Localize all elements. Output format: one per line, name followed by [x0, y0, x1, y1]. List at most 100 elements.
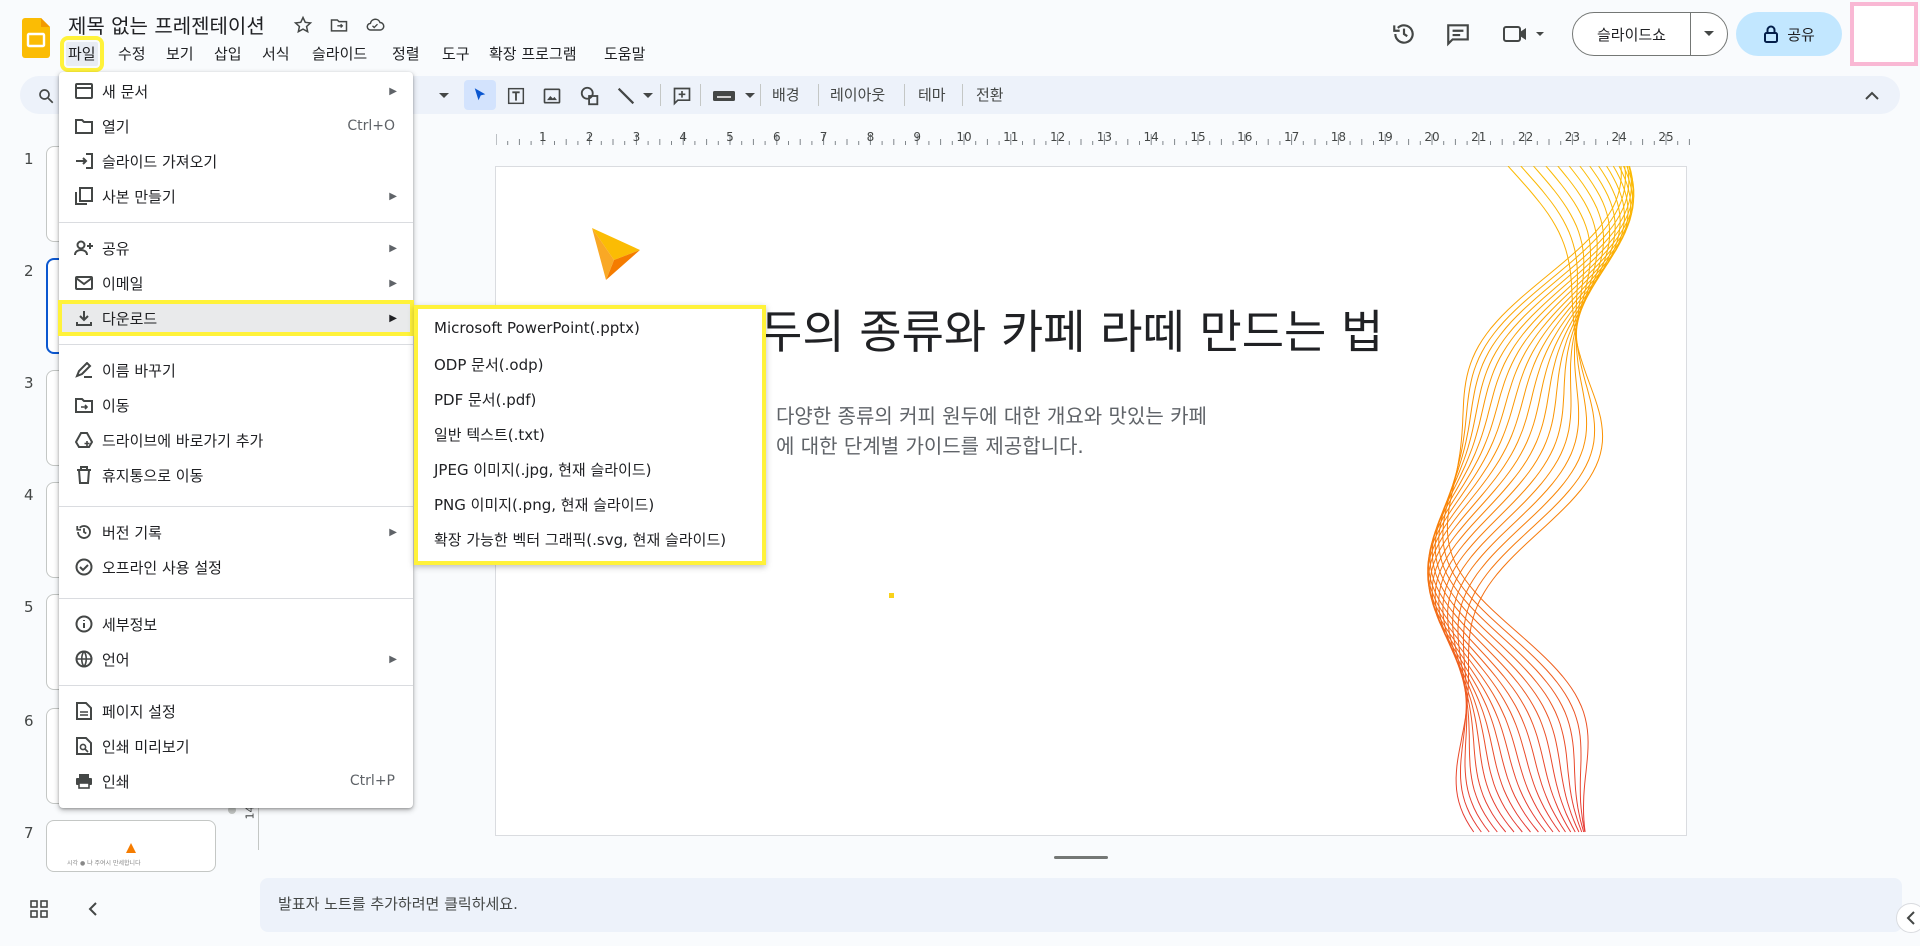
person-add-icon	[73, 237, 95, 259]
file-version-history[interactable]: 버전 기록 ▶	[59, 515, 413, 549]
slideshow-button[interactable]: 슬라이드쇼	[1573, 13, 1691, 55]
download-odp[interactable]: ODP 문서(.odp)	[434, 354, 543, 375]
slide-logo-icon[interactable]	[588, 226, 644, 282]
image-icon[interactable]	[540, 84, 564, 108]
file-language[interactable]: 언어 ▶	[59, 642, 413, 676]
download-txt[interactable]: 일반 텍스트(.txt)	[434, 424, 545, 445]
file-menu: 새 문서 ▶ 열기 Ctrl+O 슬라이드 가져오기 사본 만들기 ▶ 공유 ▶…	[58, 72, 414, 808]
file-open[interactable]: 열기 Ctrl+O	[59, 109, 413, 143]
file-offline-label: 오프라인 사용 설정	[102, 558, 222, 577]
slide-title[interactable]: 두의 종류와 카페 라떼 만드는 법	[760, 296, 1383, 362]
offline-check-icon	[73, 556, 95, 578]
ruler-label: 15	[1190, 130, 1205, 144]
folder-icon	[73, 115, 95, 137]
ruler-label: 16	[1237, 130, 1252, 144]
zoom-dropdown-icon[interactable]	[432, 84, 456, 108]
select-tool-icon[interactable]	[464, 80, 496, 110]
comments-icon[interactable]	[1444, 20, 1472, 48]
download-jpg[interactable]: JPEG 이미지(.jpg, 현재 슬라이드)	[434, 459, 652, 480]
menu-edit[interactable]: 수정	[116, 42, 148, 66]
history-icon[interactable]	[1390, 20, 1418, 48]
document-title[interactable]: 제목 없는 프레젠테이션	[68, 10, 265, 39]
chevron-down-icon[interactable]	[1691, 13, 1727, 55]
download-pptx[interactable]: Microsoft PowerPoint(.pptx)	[434, 319, 640, 337]
share-button[interactable]: 공유	[1736, 12, 1842, 56]
print-shortcut: Ctrl+P	[349, 773, 395, 789]
menu-view[interactable]: 보기	[164, 42, 196, 66]
file-import-slides[interactable]: 슬라이드 가져오기	[59, 144, 413, 178]
download-png[interactable]: PNG 이미지(.png, 현재 슬라이드)	[434, 494, 654, 515]
menu-tools[interactable]: 도구	[440, 42, 472, 66]
download-svg[interactable]: 확장 가능한 벡터 그래픽(.svg, 현재 슬라이드)	[434, 529, 726, 550]
file-page-setup[interactable]: 페이지 설정	[59, 694, 413, 728]
file-email[interactable]: 이메일 ▶	[59, 266, 413, 300]
file-share[interactable]: 공유 ▶	[59, 231, 413, 265]
slide-body-line[interactable]: 다양한 종류의 커피 원두에 대한 개요와 맛있는 카페	[776, 400, 1207, 429]
shape-icon[interactable]	[578, 84, 602, 108]
add-comment-icon[interactable]	[670, 84, 694, 108]
ruler-label: 24	[1612, 130, 1627, 144]
ruler-label: 7	[820, 130, 828, 144]
submenu-arrow-icon: ▶	[389, 526, 397, 538]
input-tools-icon[interactable]	[712, 84, 736, 108]
search-menus-icon[interactable]	[34, 84, 58, 108]
decorative-waves	[1427, 166, 1635, 833]
file-page-setup-label: 페이지 설정	[102, 702, 176, 721]
slide-number: 7	[24, 824, 34, 842]
account-avatar[interactable]	[1850, 2, 1918, 66]
menu-divider	[59, 685, 413, 686]
cloud-status-icon[interactable]	[364, 14, 386, 36]
file-copy-label: 사본 만들기	[102, 187, 176, 206]
notes-resize-handle[interactable]	[1054, 856, 1108, 859]
line-dropdown-icon[interactable]	[636, 84, 660, 108]
file-print[interactable]: 인쇄 Ctrl+P	[59, 764, 413, 798]
file-details-label: 세부정보	[102, 615, 158, 634]
menu-slide[interactable]: 슬라이드	[310, 42, 369, 66]
file-download[interactable]: 다운로드 ▶	[58, 300, 414, 336]
menu-divider	[59, 598, 413, 599]
slide-thumbnail-7[interactable]: 시각 ● 냐 주여시 만세합니다	[46, 820, 216, 872]
side-panel-toggle-icon[interactable]	[1896, 903, 1920, 933]
menu-format[interactable]: 서식	[260, 42, 292, 66]
open-shortcut: Ctrl+O	[347, 118, 395, 134]
slide-body-line[interactable]: 에 대한 단계별 가이드를 제공합니다.	[776, 430, 1084, 459]
download-pdf[interactable]: PDF 문서(.pdf)	[434, 389, 536, 410]
slideshow-button-group: 슬라이드쇼	[1572, 12, 1728, 56]
grid-view-icon[interactable]	[28, 898, 50, 920]
file-add-shortcut[interactable]: 드라이브에 바로가기 추가	[59, 423, 413, 457]
file-make-copy[interactable]: 사본 만들기 ▶	[59, 179, 413, 213]
menu-arrange[interactable]: 정렬	[390, 42, 422, 66]
rename-icon	[73, 359, 95, 381]
menu-insert[interactable]: 삽입	[212, 42, 244, 66]
theme-button[interactable]: 테마	[918, 84, 946, 106]
meet-video-icon[interactable]	[1502, 20, 1548, 48]
transition-button[interactable]: 전환	[976, 84, 1004, 106]
text-box-icon[interactable]	[504, 84, 528, 108]
star-icon[interactable]	[292, 14, 314, 36]
trash-icon	[73, 464, 95, 486]
move-folder-icon[interactable]	[328, 14, 350, 36]
menu-extensions[interactable]: 확장 프로그램	[487, 42, 579, 66]
file-move[interactable]: 이동	[59, 388, 413, 422]
collapse-toolbar-icon[interactable]	[1860, 84, 1884, 108]
line-icon[interactable]	[614, 84, 638, 108]
file-trash[interactable]: 휴지통으로 이동	[59, 458, 413, 492]
input-tools-dropdown-icon[interactable]	[738, 84, 762, 108]
ruler-label: 2	[586, 130, 594, 144]
background-button[interactable]: 배경	[772, 84, 800, 106]
file-move-label: 이동	[102, 396, 130, 415]
layout-button[interactable]: 레이아웃	[830, 84, 885, 106]
file-new[interactable]: 새 문서 ▶	[59, 74, 413, 108]
menu-file[interactable]: 파일	[60, 36, 104, 72]
file-rename[interactable]: 이름 바꾸기	[59, 353, 413, 387]
slides-logo-icon[interactable]	[22, 18, 50, 58]
file-print-preview[interactable]: 인쇄 미리보기	[59, 729, 413, 763]
speaker-notes-placeholder[interactable]: 발표자 노트를 추가하려면 클릭하세요.	[278, 893, 518, 914]
ruler-label: 9	[913, 130, 921, 144]
slide-number: 3	[24, 374, 34, 392]
chevron-left-icon[interactable]	[82, 898, 104, 920]
file-offline[interactable]: 오프라인 사용 설정	[59, 550, 413, 584]
file-details[interactable]: 세부정보	[59, 607, 413, 641]
menu-help[interactable]: 도움말	[602, 42, 647, 66]
submenu-arrow-icon: ▶	[389, 242, 397, 254]
